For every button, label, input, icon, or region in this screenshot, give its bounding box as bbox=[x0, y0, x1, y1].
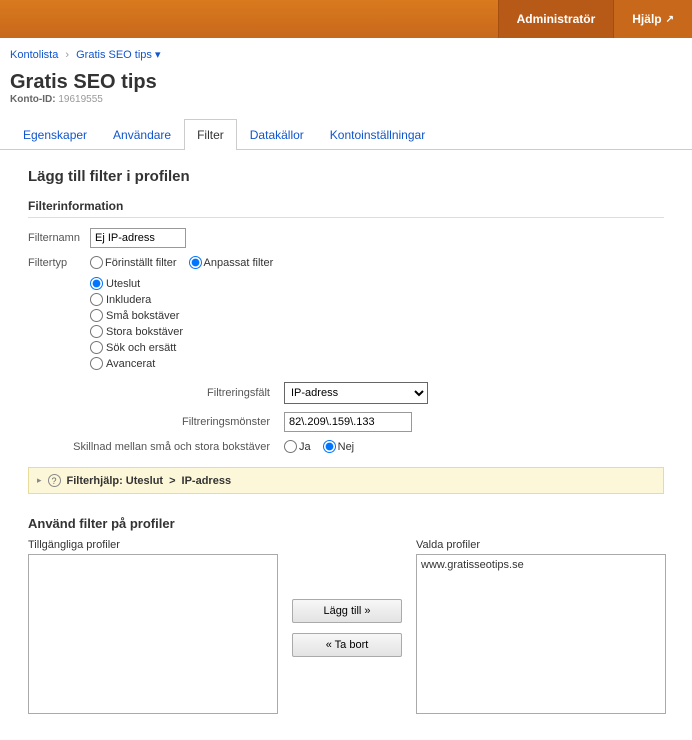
filter-field-select[interactable]: IP-adress bbox=[284, 382, 428, 404]
mode-sma-radio[interactable] bbox=[90, 309, 103, 322]
apply-heading: Använd filter på profiler bbox=[28, 516, 664, 531]
mode-sma-label: Små bokstäver bbox=[106, 310, 179, 322]
filter-name-label: Filternamn bbox=[28, 232, 84, 244]
case-no-label: Nej bbox=[338, 441, 355, 453]
case-no-radio[interactable] bbox=[323, 440, 336, 453]
filter-field-label: Filtreringsfält bbox=[28, 387, 278, 399]
filter-type-custom-label: Anpassat filter bbox=[204, 257, 274, 269]
filter-type-label: Filtertyp bbox=[28, 257, 84, 269]
admin-button[interactable]: Administratör bbox=[498, 0, 614, 38]
tab-anvandare[interactable]: Användare bbox=[100, 119, 184, 150]
tab-datakallor[interactable]: Datakällor bbox=[237, 119, 317, 150]
expand-icon: ▸ bbox=[37, 475, 42, 486]
filter-name-input[interactable] bbox=[90, 228, 186, 248]
list-item[interactable]: www.gratisseotips.se bbox=[421, 559, 661, 571]
mode-uteslut-label: Uteslut bbox=[106, 278, 140, 290]
help-label: Hjälp bbox=[632, 12, 661, 26]
case-label: Skillnad mellan små och stora bokstäver bbox=[28, 441, 278, 453]
mode-stora-label: Stora bokstäver bbox=[106, 326, 183, 338]
case-yes-radio[interactable] bbox=[284, 440, 297, 453]
available-label: Tillgängliga profiler bbox=[28, 539, 278, 551]
page-title: Gratis SEO tips bbox=[0, 67, 692, 94]
available-list[interactable] bbox=[28, 554, 278, 714]
help-text-sep: > bbox=[169, 475, 175, 487]
breadcrumb-account-link[interactable]: Kontolista bbox=[10, 49, 58, 61]
filter-type-preset-label: Förinställt filter bbox=[105, 257, 177, 269]
selected-label: Valda profiler bbox=[416, 539, 666, 551]
filterinfo-heading: Filterinformation bbox=[28, 199, 664, 218]
account-id: Konto-ID: 19619555 bbox=[0, 94, 692, 119]
tab-filter[interactable]: Filter bbox=[184, 119, 237, 150]
filter-mode-list: Uteslut Inkludera Små bokstäver Stora bo… bbox=[90, 277, 664, 370]
filter-pattern-input[interactable] bbox=[284, 412, 412, 432]
breadcrumb: Kontolista › Gratis SEO tips ▾ bbox=[0, 38, 692, 67]
mode-inkludera-radio[interactable] bbox=[90, 293, 103, 306]
mode-avancerat-radio[interactable] bbox=[90, 357, 103, 370]
mode-sok-radio[interactable] bbox=[90, 341, 103, 354]
mode-avancerat-label: Avancerat bbox=[106, 358, 155, 370]
mode-stora-radio[interactable] bbox=[90, 325, 103, 338]
filter-help-box[interactable]: ▸ ? Filterhjälp: Uteslut > IP-adress bbox=[28, 467, 664, 494]
selected-list[interactable]: www.gratisseotips.se bbox=[416, 554, 666, 714]
help-text-prefix: Filterhjälp: Uteslut bbox=[67, 475, 164, 487]
help-icon: ? bbox=[48, 474, 61, 487]
remove-button[interactable]: « Ta bort bbox=[292, 633, 402, 657]
mode-uteslut-radio[interactable] bbox=[90, 277, 103, 290]
breadcrumb-property-link[interactable]: Gratis SEO tips ▾ bbox=[76, 49, 160, 61]
help-text-suffix: IP-adress bbox=[182, 475, 232, 487]
external-link-icon: ↗ bbox=[666, 14, 674, 25]
tab-kontoinstallningar[interactable]: Kontoinställningar bbox=[317, 119, 438, 150]
tab-egenskaper[interactable]: Egenskaper bbox=[10, 119, 100, 150]
case-yes-label: Ja bbox=[299, 441, 311, 453]
mode-inkludera-label: Inkludera bbox=[106, 294, 151, 306]
add-button[interactable]: Lägg till » bbox=[292, 599, 402, 623]
help-button[interactable]: Hjälp ↗ bbox=[613, 0, 692, 38]
mode-sok-label: Sök och ersätt bbox=[106, 342, 176, 354]
chevron-down-icon: ▾ bbox=[155, 49, 161, 61]
filter-pattern-label: Filtreringsmönster bbox=[28, 416, 278, 428]
filter-type-preset-radio[interactable] bbox=[90, 256, 103, 269]
breadcrumb-sep: › bbox=[65, 49, 69, 61]
filter-type-custom-radio[interactable] bbox=[189, 256, 202, 269]
tabs: Egenskaper Användare Filter Datakällor K… bbox=[0, 119, 692, 150]
section-heading: Lägg till filter i profilen bbox=[28, 168, 664, 185]
admin-label: Administratör bbox=[517, 12, 596, 26]
